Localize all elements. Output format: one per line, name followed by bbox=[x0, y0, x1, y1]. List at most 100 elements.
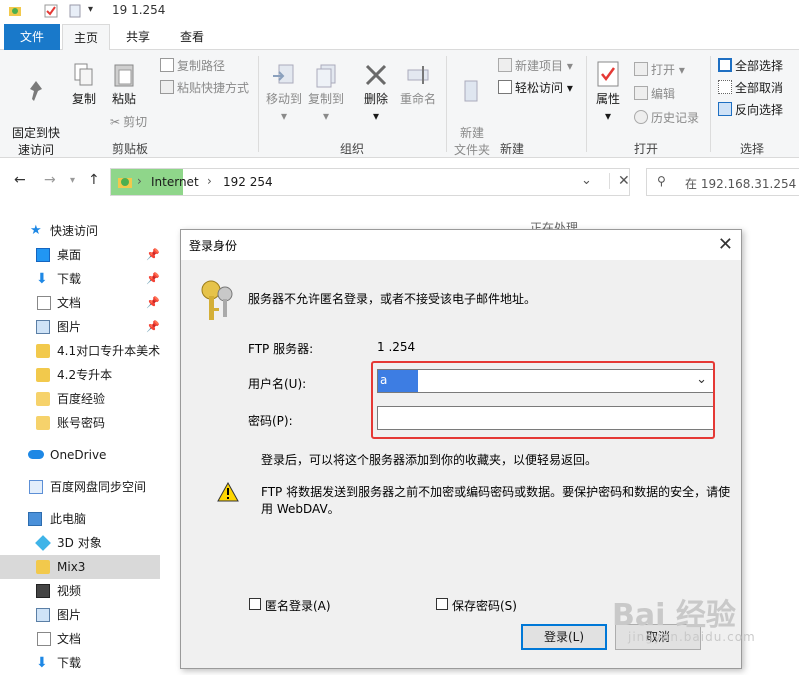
breadcrumb-server[interactable]: 192 254 bbox=[223, 175, 273, 189]
sidebar-item-label: 文档 bbox=[57, 632, 82, 646]
tab-home[interactable]: 主页 bbox=[62, 24, 110, 51]
clipboard-group-label: 剪贴板 bbox=[111, 142, 148, 156]
sidebar-item-documents[interactable]: 文档 📌 bbox=[0, 291, 160, 315]
copy-to-label: 复制到 bbox=[307, 92, 344, 106]
delete-button[interactable]: 删除 ▾ bbox=[358, 62, 394, 125]
password-label: 密码(P): bbox=[248, 414, 293, 428]
quick-access-dropdown-icon[interactable]: ▾ bbox=[88, 4, 93, 15]
history-button[interactable]: 历史记录 bbox=[634, 110, 699, 126]
cut-button[interactable]: ✂ 剪切 bbox=[110, 114, 147, 130]
sidebar-item-label: 桌面 bbox=[57, 248, 82, 262]
rename-label: 重命名 bbox=[399, 92, 436, 106]
ftp-server-label: FTP 服务器: bbox=[248, 342, 314, 356]
anonymous-label[interactable]: 匿名登录(A) bbox=[265, 597, 331, 614]
new-item-button[interactable]: 新建项目 ▾ bbox=[498, 58, 573, 74]
sidebar-item-label: 百度经验 bbox=[57, 392, 106, 406]
sidebar-item-folder[interactable]: 4.2专升本 bbox=[0, 363, 160, 387]
sidebar-baidu-sync-label: 百度网盘同步空间 bbox=[50, 480, 147, 494]
cut-label: 剪切 bbox=[123, 115, 148, 129]
copy-to-icon bbox=[316, 64, 336, 88]
sidebar-item-downloads[interactable]: ⬇ 下载 📌 bbox=[0, 267, 160, 291]
sidebar-quick-access[interactable]: ★ 快速访问 bbox=[0, 219, 160, 243]
copy-to-button[interactable]: 复制到 ▾ bbox=[306, 62, 346, 125]
copy-button[interactable]: 复制 bbox=[66, 62, 102, 108]
sidebar-item-mix3[interactable]: Mix3 bbox=[0, 555, 160, 579]
sidebar-item-downloads[interactable]: ⬇ 下载 bbox=[0, 651, 160, 675]
ftp-server-value: 1 .254 bbox=[377, 340, 416, 354]
new-folder-qa-icon[interactable] bbox=[68, 4, 82, 18]
cloud-icon bbox=[28, 450, 44, 459]
network-drive-icon bbox=[36, 560, 50, 574]
invert-selection-button[interactable]: 反向选择 bbox=[718, 102, 783, 118]
open-button[interactable]: 打开 ▾ bbox=[634, 62, 685, 78]
new-folder-button[interactable]: 新建 文件夹 bbox=[450, 62, 494, 159]
download-arrow-icon: ⬇ bbox=[36, 655, 48, 671]
sidebar-this-pc-label: 此电脑 bbox=[50, 512, 87, 526]
ribbon: 固定到快 速访问 复制 粘贴 复制路径 粘贴快捷方式 ✂ 剪切 剪贴板 移动到 ▾ … bbox=[0, 50, 799, 158]
select-all-button[interactable]: 全部选择 bbox=[718, 58, 783, 74]
forward-arrow-icon[interactable]: → bbox=[44, 172, 56, 188]
paste-shortcut-button[interactable]: 粘贴快捷方式 bbox=[160, 80, 249, 96]
paste-button[interactable]: 粘贴 bbox=[106, 62, 142, 108]
select-none-label: 全部取消 bbox=[735, 81, 784, 95]
sidebar-item-label: 下载 bbox=[57, 272, 82, 286]
sidebar-baidu-sync[interactable]: 百度网盘同步空间 bbox=[0, 475, 160, 499]
back-arrow-icon[interactable]: ← bbox=[14, 172, 26, 188]
save-password-label[interactable]: 保存密码(S) bbox=[452, 597, 517, 614]
sidebar-item-3d-objects[interactable]: 3D 对象 bbox=[0, 531, 160, 555]
select-none-button[interactable]: 全部取消 bbox=[718, 80, 783, 96]
edit-button[interactable]: 编辑 bbox=[634, 86, 675, 102]
login-button[interactable]: 登录(L) bbox=[521, 624, 607, 650]
pinned-icon: 📌 bbox=[146, 272, 160, 285]
sidebar-item-folder[interactable]: 账号密码 bbox=[0, 411, 160, 435]
search-box[interactable]: ⚲ 在 192.168.31.254 中 bbox=[646, 168, 799, 196]
invert-selection-label: 反向选择 bbox=[735, 103, 784, 117]
sidebar-this-pc[interactable]: 此电脑 bbox=[0, 507, 160, 531]
sidebar-item-desktop[interactable]: 桌面 📌 bbox=[0, 243, 160, 267]
address-dropdown-icon[interactable]: ⌄ bbox=[581, 173, 592, 188]
sidebar-item-pictures[interactable]: 图片 bbox=[0, 603, 160, 627]
breadcrumb-internet[interactable]: Internet bbox=[151, 175, 199, 189]
edit-icon bbox=[634, 86, 648, 100]
film-icon bbox=[36, 584, 50, 598]
delete-dropdown-icon: ▾ bbox=[372, 109, 380, 123]
address-row: ← → ▾ ↑ › Internet › 192 254 ⌄ ✕ ⚲ 在 192… bbox=[0, 160, 799, 202]
paste-label: 粘贴 bbox=[111, 92, 136, 106]
new-folder-icon bbox=[464, 80, 478, 102]
tab-share[interactable]: 共享 bbox=[118, 24, 158, 50]
dialog-title: 登录身份 bbox=[189, 239, 238, 253]
sidebar-item-label: 4.2专升本 bbox=[57, 368, 113, 382]
navigation-pane: ★ 快速访问 桌面 📌 ⬇ 下载 📌 文档 📌 图片 📌 4.1对口专升本美术 … bbox=[0, 215, 162, 671]
stop-close-icon[interactable]: ✕ bbox=[609, 173, 630, 189]
recent-locations-icon[interactable]: ▾ bbox=[70, 175, 75, 186]
address-bar[interactable]: › Internet › 192 254 ⌄ ✕ bbox=[110, 168, 630, 196]
sidebar-item-folder[interactable]: 百度经验 bbox=[0, 387, 160, 411]
move-to-button[interactable]: 移动到 ▾ bbox=[264, 62, 304, 125]
properties-check-icon[interactable] bbox=[44, 4, 58, 18]
dialog-close-icon[interactable]: ✕ bbox=[718, 234, 733, 255]
open-dropdown-icon: ▾ bbox=[675, 63, 685, 77]
open-icon bbox=[634, 62, 648, 76]
sidebar-onedrive[interactable]: OneDrive bbox=[0, 443, 160, 467]
anonymous-checkbox[interactable] bbox=[249, 598, 261, 610]
sidebar-item-folder[interactable]: 4.1对口专升本美术 bbox=[0, 339, 160, 363]
folder-icon bbox=[36, 416, 50, 430]
tab-view[interactable]: 查看 bbox=[172, 24, 212, 50]
select-all-icon bbox=[718, 58, 732, 72]
up-arrow-icon[interactable]: ↑ bbox=[88, 172, 100, 188]
sidebar-item-label: 3D 对象 bbox=[57, 536, 102, 550]
tab-file[interactable]: 文件 bbox=[4, 24, 60, 50]
breadcrumb-chevron-icon: › bbox=[137, 174, 142, 188]
rename-button[interactable]: 重命名 bbox=[398, 62, 438, 108]
easy-access-button[interactable]: 轻松访问 ▾ bbox=[498, 80, 573, 96]
folder-globe-icon bbox=[9, 7, 21, 16]
sidebar-item-documents[interactable]: 文档 bbox=[0, 627, 160, 651]
sidebar-item-videos[interactable]: 视频 bbox=[0, 579, 160, 603]
sidebar-item-pictures[interactable]: 图片 📌 bbox=[0, 315, 160, 339]
properties-button[interactable]: 属性 ▾ bbox=[590, 60, 626, 125]
save-password-checkbox[interactable] bbox=[436, 598, 448, 610]
pin-quick-access-button[interactable]: 固定到快 速访问 bbox=[8, 62, 64, 159]
new-group-label: 新建 bbox=[499, 142, 524, 156]
copy-path-button[interactable]: 复制路径 bbox=[160, 58, 225, 74]
easy-access-icon bbox=[498, 80, 512, 94]
